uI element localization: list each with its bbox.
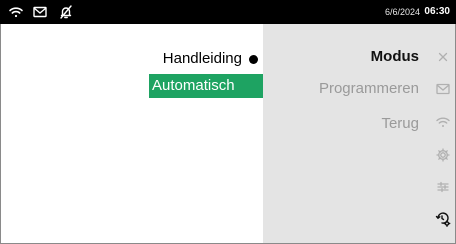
- mode-option-automatic-label: Automatisch: [152, 77, 235, 94]
- menu-item-terug[interactable]: Terug: [381, 113, 419, 135]
- status-bar: 6/6/2024 06:30: [0, 0, 456, 24]
- mail-icon[interactable]: [434, 80, 452, 98]
- selected-indicator-dot: [249, 55, 258, 64]
- bell-off-icon[interactable]: [58, 4, 74, 20]
- mode-options-pane: Handleiding Automatisch: [1, 24, 263, 243]
- sliders-icon[interactable]: [434, 178, 452, 196]
- menu-item-modus[interactable]: Modus: [371, 46, 419, 68]
- wifi-icon[interactable]: [434, 113, 452, 131]
- mode-option-manual[interactable]: Handleiding: [122, 48, 262, 70]
- mode-option-manual-label: Handleiding: [162, 50, 242, 67]
- wifi-icon[interactable]: [8, 4, 24, 20]
- status-time: 06:30: [424, 6, 450, 17]
- mail-icon[interactable]: [32, 4, 48, 20]
- close-icon[interactable]: [434, 48, 452, 66]
- menu-pane: Modus Programmeren Terug: [263, 24, 431, 243]
- side-icon-bar: [431, 24, 455, 243]
- mode-option-automatic[interactable]: Automatisch: [149, 74, 263, 98]
- gear-icon[interactable]: [434, 146, 452, 164]
- menu-item-programmeren[interactable]: Programmeren: [319, 78, 419, 100]
- status-date: 6/6/2024: [384, 7, 420, 17]
- history-settings-icon[interactable]: [434, 210, 452, 228]
